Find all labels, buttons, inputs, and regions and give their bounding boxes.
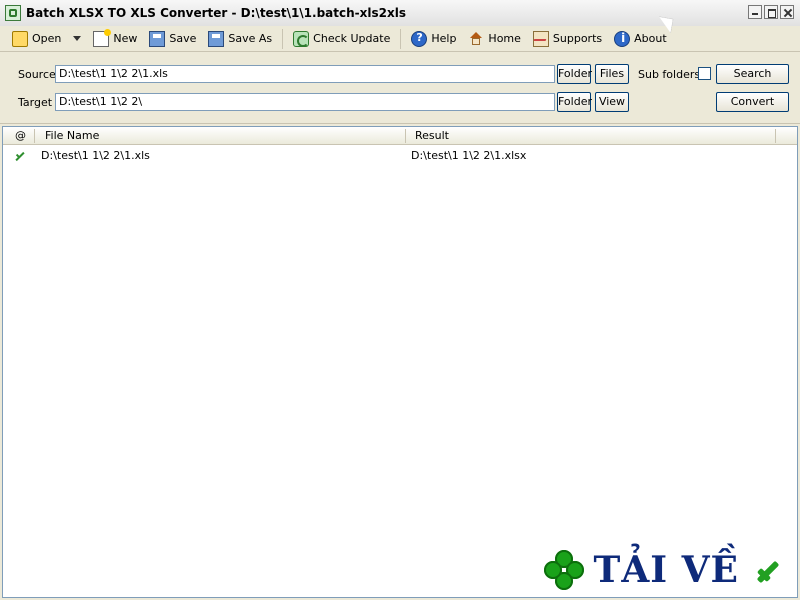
app-icon [5,5,21,21]
check-update-button[interactable]: Check Update [287,28,396,50]
window-controls [748,5,794,19]
column-separator [34,129,35,143]
watermark-text: TẢI VỀ [593,549,739,591]
new-document-icon [93,28,112,47]
row-result: D:\test\1 1\2 2\1.xlsx [411,149,527,162]
target-label: Target [18,96,53,109]
open-button[interactable]: Open [6,28,87,50]
help-label: Help [431,32,457,45]
result-column-header[interactable]: Result [415,129,449,142]
column-separator [775,129,776,143]
close-icon[interactable] [780,5,794,19]
subfolders-label: Sub folders [638,68,701,81]
title-bar: Batch XLSX TO XLS Converter - D:\test\1\… [0,0,800,27]
target-folder-button[interactable]: Folder [557,92,592,112]
source-label: Source [18,68,56,81]
source-files-button[interactable]: Files [595,64,629,84]
app-window: Batch XLSX TO XLS Converter - D:\test\1\… [0,0,800,600]
filename-column-header[interactable]: File Name [45,129,99,142]
open-folder-icon [12,30,28,47]
open-dropdown-icon[interactable] [73,36,82,41]
help-button[interactable]: Help [405,28,462,50]
check-update-icon [293,30,310,47]
supports-button[interactable]: Supports [527,28,608,50]
list-row[interactable]: D:\test\1 1\2 2\1.xls D:\test\1 1\2 2\1.… [3,147,797,165]
target-view-button[interactable]: View [595,92,629,112]
maximize-icon[interactable] [764,5,778,19]
supports-label: Supports [552,32,603,45]
subfolders-checkbox[interactable] [698,67,711,80]
check-update-label: Check Update [313,32,391,45]
status-column-header[interactable]: @ [15,129,26,142]
new-label: New [113,32,138,45]
window-title: Batch XLSX TO XLS Converter - D:\test\1\… [26,6,406,20]
column-separator [405,129,406,143]
about-label: About [634,32,667,45]
save-as-label: Save As [228,32,273,45]
home-label: Home [488,32,521,45]
home-icon [468,31,484,47]
search-button[interactable]: Search [716,64,789,84]
list-header: @ File Name Result [3,127,797,145]
new-button[interactable]: New [87,28,143,50]
save-icon [149,30,166,47]
convert-button[interactable]: Convert [716,92,789,112]
about-button[interactable]: About [608,28,673,50]
home-button[interactable]: Home [462,28,526,50]
minimize-icon[interactable] [748,5,762,19]
toolbar-separator [400,28,402,49]
source-folder-button[interactable]: Folder [557,64,592,84]
row-file-name: D:\test\1 1\2 2\1.xls [41,149,150,162]
save-as-button[interactable]: Save As [202,28,278,50]
watermark-checkmark-icon [749,550,789,590]
source-input[interactable]: D:\test\1 1\2 2\1.xls [55,65,555,83]
toolbar-separator [282,28,284,49]
help-icon [411,30,428,47]
clover-icon [543,550,584,590]
source-target-panel: Source D:\test\1 1\2 2\1.xls Folder File… [0,52,800,124]
checkmark-icon [13,149,27,163]
about-icon [614,30,631,47]
save-as-icon [208,30,225,47]
save-button[interactable]: Save [143,28,202,50]
open-label: Open [32,32,62,45]
supports-icon [532,30,549,47]
target-input[interactable]: D:\test\1 1\2 2\ [55,93,555,111]
download-watermark: TẢI VỀ [543,549,789,591]
toolbar: Open New Save Save As Check Update Help … [0,26,800,52]
results-list[interactable]: @ File Name Result D:\test\1 1\2 2\1.xls… [2,126,798,598]
save-label: Save [169,32,197,45]
